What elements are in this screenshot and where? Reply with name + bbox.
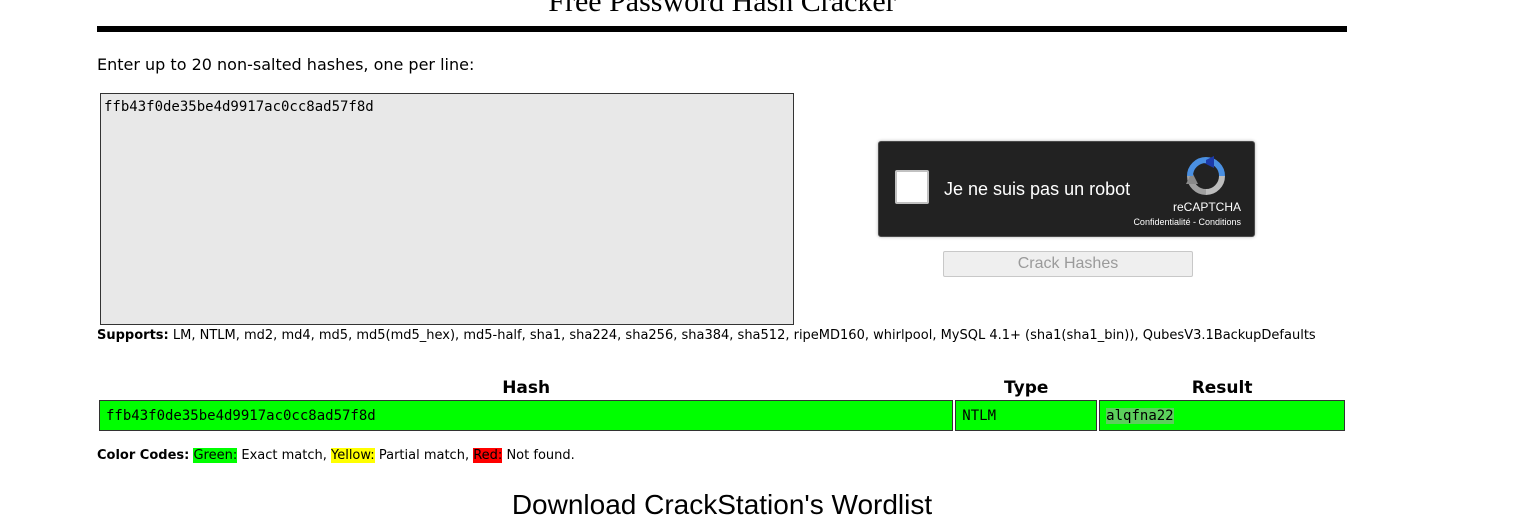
legend-green-desc: Exact match, bbox=[241, 448, 327, 463]
legend-label: Color Codes: bbox=[97, 448, 190, 463]
crack-hashes-button[interactable]: Crack Hashes bbox=[943, 251, 1193, 277]
hash-prompt: Enter up to 20 non-salted hashes, one pe… bbox=[97, 55, 475, 74]
legend-yellow-desc: Partial match, bbox=[378, 448, 470, 463]
row-hash: ffb43f0de35be4d9917ac0cc8ad57f8d bbox=[99, 400, 954, 431]
results-table: Hash Type Result ffb43f0de35be4d9917ac0c… bbox=[97, 376, 1347, 433]
legend-red-swatch: Red: bbox=[473, 448, 503, 463]
recaptcha-privacy-terms-link[interactable]: Confidentialité - Conditions bbox=[1133, 217, 1241, 228]
recaptcha-label: Je ne suis pas un robot bbox=[944, 179, 1131, 199]
row-result: alqfna22 bbox=[1099, 400, 1345, 431]
supported-algorithms: Supports: LM, NTLM, md2, md4, md5, md5(m… bbox=[97, 328, 1347, 344]
supports-list: LM, NTLM, md2, md4, md5, md5(md5_hex), m… bbox=[172, 328, 1316, 343]
color-codes-legend: Color Codes: Green: Exact match, Yellow:… bbox=[97, 448, 575, 464]
title-divider bbox=[97, 26, 1347, 32]
recaptcha-checkbox[interactable] bbox=[895, 170, 929, 204]
main-content: Free Password Hash Cracker Enter up to 2… bbox=[97, 0, 1347, 520]
legend-red-desc: Not found. bbox=[506, 448, 575, 463]
legend-green-swatch: Green: bbox=[193, 448, 238, 463]
hash-input[interactable]: ffb43f0de35be4d9917ac0cc8ad57f8d bbox=[100, 93, 794, 325]
table-row: ffb43f0de35be4d9917ac0cc8ad57f8d NTLM al… bbox=[99, 400, 1345, 431]
row-type: NTLM bbox=[955, 400, 1098, 431]
column-header-result: Result bbox=[1191, 378, 1253, 398]
legend-yellow-swatch: Yellow: bbox=[331, 448, 375, 463]
results-header-row: Hash Type Result bbox=[99, 378, 1345, 398]
row-result-value: alqfna22 bbox=[1106, 407, 1174, 424]
page-title: Free Password Hash Cracker bbox=[548, 0, 896, 18]
recaptcha-logo-icon bbox=[1186, 156, 1225, 195]
column-header-type: Type bbox=[1004, 378, 1049, 398]
column-header-hash: Hash bbox=[502, 378, 551, 398]
recaptcha-widget: Je ne suis pas un robot reCAPTCHA Confid… bbox=[878, 141, 1255, 237]
wordlist-heading: Download CrackStation's Wordlist bbox=[511, 489, 933, 520]
recaptcha-brand: reCAPTCHA bbox=[1172, 200, 1241, 214]
supports-label: Supports: bbox=[97, 328, 169, 343]
